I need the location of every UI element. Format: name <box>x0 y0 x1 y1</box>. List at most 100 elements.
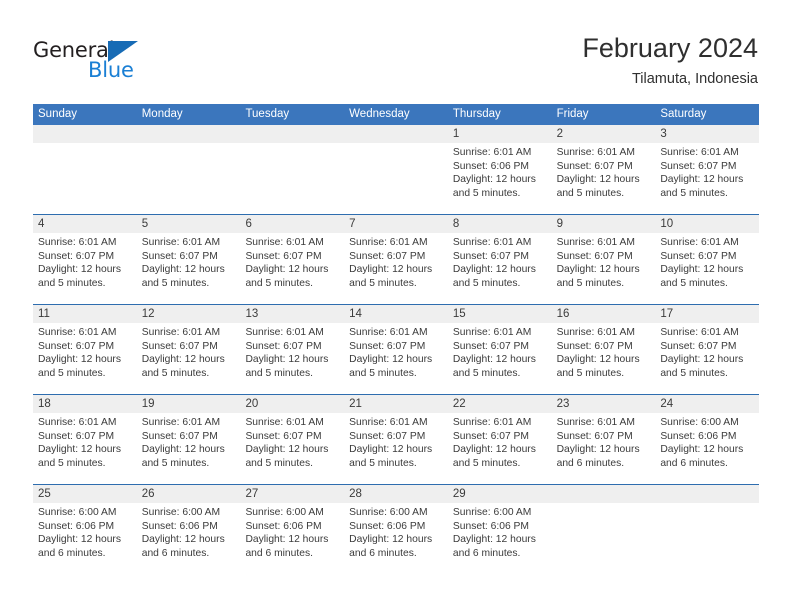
daylight-text: Daylight: 12 hours <box>38 444 121 455</box>
day-cell[interactable]: Sunrise: 6:01 AM Sunset: 6:07 PM Daylight:… <box>240 413 344 484</box>
daylight-text: Daylight: 12 hours <box>349 354 433 365</box>
daylight-text-cont: and 6 minutes. <box>245 547 313 559</box>
daylight-text-cont: and 6 minutes. <box>452 547 521 559</box>
day-cell[interactable]: Sunrise: 6:01 AM Sunset: 6:07 PM Daylight:… <box>344 413 448 484</box>
daylight-text: Daylight: 12 hours <box>452 444 536 455</box>
day-cell[interactable]: Sunrise: 6:01 AM Sunset: 6:07 PM Daylight:… <box>344 323 448 394</box>
general-blue-logo[interactable]: General Blue <box>33 38 173 84</box>
day-cell[interactable]: Sunrise: 6:00 AM Sunset: 6:06 PM Daylight:… <box>448 503 552 574</box>
day-number-empty <box>33 125 137 143</box>
day-cell[interactable]: Sunrise: 6:01 AM Sunset: 6:07 PM Daylight:… <box>33 323 137 394</box>
day-number[interactable]: 29 <box>448 485 552 503</box>
day-number[interactable]: 9 <box>552 215 656 233</box>
day-number[interactable]: 24 <box>655 395 759 413</box>
day-cell[interactable]: Sunrise: 6:01 AM Sunset: 6:07 PM Daylight:… <box>448 413 552 484</box>
sunrise-text: Sunrise: 6:01 AM <box>660 147 739 158</box>
calendar-page: General Blue February 2024 Tilamuta, Ind… <box>0 0 792 612</box>
daylight-text: Daylight: 12 hours <box>452 264 536 275</box>
day-cell[interactable]: Sunrise: 6:01 AM Sunset: 6:07 PM Daylight:… <box>552 323 656 394</box>
day-cell[interactable]: Sunrise: 6:01 AM Sunset: 6:07 PM Daylight:… <box>137 323 241 394</box>
sunset-text: Sunset: 6:06 PM <box>38 520 115 532</box>
day-cell[interactable]: Sunrise: 6:00 AM Sunset: 6:06 PM Daylight:… <box>33 503 137 574</box>
daylight-text-cont: and 5 minutes. <box>556 277 625 289</box>
day-cell[interactable]: Sunrise: 6:01 AM Sunset: 6:07 PM Daylight:… <box>240 233 344 304</box>
day-cell[interactable]: Sunrise: 6:01 AM Sunset: 6:07 PM Daylight:… <box>448 323 552 394</box>
day-cell[interactable]: Sunrise: 6:01 AM Sunset: 6:07 PM Daylight:… <box>552 413 656 484</box>
day-cell[interactable]: Sunrise: 6:01 AM Sunset: 6:07 PM Daylight:… <box>240 323 344 394</box>
day-number[interactable]: 23 <box>552 395 656 413</box>
calendar-week-row: 11 12 13 14 15 16 17 Sunrise: 6:01 AM Sunset: 6:… <box>33 304 759 394</box>
day-cell[interactable]: Sunrise: 6:00 AM Sunset: 6:06 PM Daylight:… <box>655 413 759 484</box>
daylight-text-cont: and 5 minutes. <box>245 367 313 379</box>
day-number[interactable]: 25 <box>33 485 137 503</box>
day-number[interactable]: 7 <box>344 215 448 233</box>
day-number[interactable]: 22 <box>448 395 552 413</box>
day-number[interactable]: 8 <box>448 215 552 233</box>
daylight-text-cont: and 5 minutes. <box>38 457 106 469</box>
day-cell[interactable]: Sunrise: 6:01 AM Sunset: 6:06 PM Daylight:… <box>448 143 552 214</box>
day-number[interactable]: 20 <box>240 395 344 413</box>
daylight-text: Daylight: 12 hours <box>556 264 640 275</box>
sunset-text: Sunset: 6:07 PM <box>245 340 322 352</box>
day-cell[interactable]: Sunrise: 6:01 AM Sunset: 6:07 PM Daylight:… <box>552 143 656 214</box>
day-number-empty <box>344 125 448 143</box>
day-number[interactable]: 1 <box>448 125 552 143</box>
day-number[interactable]: 12 <box>137 305 241 323</box>
calendar-week-row: 25 26 27 28 29 Sunrise: 6:00 AM Sunset: 6:06 P… <box>33 484 759 574</box>
day-number[interactable]: 10 <box>655 215 759 233</box>
sunrise-text: Sunrise: 6:01 AM <box>452 327 532 338</box>
sunset-text: Sunset: 6:07 PM <box>349 250 426 262</box>
day-number[interactable]: 27 <box>240 485 344 503</box>
day-detail-row: Sunrise: 6:01 AM Sunset: 6:07 PM Daylight:… <box>33 413 759 484</box>
day-number[interactable]: 2 <box>552 125 656 143</box>
daylight-text: Daylight: 12 hours <box>141 354 225 365</box>
day-cell[interactable]: Sunrise: 6:01 AM Sunset: 6:07 PM Daylight:… <box>655 233 759 304</box>
daylight-text: Daylight: 12 hours <box>452 534 536 545</box>
day-cell[interactable]: Sunrise: 6:01 AM Sunset: 6:07 PM Daylight:… <box>655 143 759 214</box>
calendar-week-row: 1 2 3 Sunrise: 6:01 AM Sunset: 6:06 PM Daylig… <box>33 125 759 214</box>
day-cell[interactable]: Sunrise: 6:01 AM Sunset: 6:07 PM Daylight:… <box>448 233 552 304</box>
day-cell[interactable]: Sunrise: 6:01 AM Sunset: 6:07 PM Daylight:… <box>655 323 759 394</box>
day-number[interactable]: 26 <box>137 485 241 503</box>
day-number[interactable]: 11 <box>33 305 137 323</box>
day-cell[interactable]: Sunrise: 6:01 AM Sunset: 6:07 PM Daylight:… <box>552 233 656 304</box>
day-cell[interactable]: Sunrise: 6:01 AM Sunset: 6:07 PM Daylight:… <box>33 233 137 304</box>
sunrise-text: Sunrise: 6:01 AM <box>556 417 636 428</box>
sunset-text: Sunset: 6:07 PM <box>452 430 530 442</box>
day-number[interactable]: 13 <box>240 305 344 323</box>
day-number[interactable]: 6 <box>240 215 344 233</box>
daylight-text: Daylight: 12 hours <box>660 444 744 455</box>
day-number[interactable]: 4 <box>33 215 137 233</box>
day-cell[interactable]: Sunrise: 6:00 AM Sunset: 6:06 PM Daylight:… <box>240 503 344 574</box>
day-number[interactable]: 3 <box>655 125 759 143</box>
daylight-text: Daylight: 12 hours <box>245 534 329 545</box>
day-number[interactable]: 28 <box>344 485 448 503</box>
day-number[interactable]: 15 <box>448 305 552 323</box>
day-cell[interactable]: Sunrise: 6:01 AM Sunset: 6:07 PM Daylight:… <box>137 413 241 484</box>
day-cell[interactable]: Sunrise: 6:01 AM Sunset: 6:07 PM Daylight:… <box>344 233 448 304</box>
day-cell-empty <box>33 143 137 214</box>
daylight-text: Daylight: 12 hours <box>141 444 225 455</box>
day-number[interactable]: 14 <box>344 305 448 323</box>
day-number[interactable]: 18 <box>33 395 137 413</box>
weekday-header-wednesday: Wednesday <box>349 108 410 120</box>
daylight-text-cont: and 5 minutes. <box>349 277 417 289</box>
daylight-text-cont: and 5 minutes. <box>660 367 728 379</box>
day-number[interactable]: 21 <box>344 395 448 413</box>
daylight-text: Daylight: 12 hours <box>38 534 121 545</box>
day-number[interactable]: 16 <box>552 305 656 323</box>
day-cell[interactable]: Sunrise: 6:00 AM Sunset: 6:06 PM Daylight:… <box>137 503 241 574</box>
day-number[interactable]: 17 <box>655 305 759 323</box>
daylight-text: Daylight: 12 hours <box>245 444 329 455</box>
weekday-header-row: Sunday Monday Tuesday Wednesday Thursday… <box>33 104 759 125</box>
day-detail-row: Sunrise: 6:01 AM Sunset: 6:07 PM Daylight:… <box>33 323 759 394</box>
day-cell[interactable]: Sunrise: 6:00 AM Sunset: 6:06 PM Daylight:… <box>344 503 448 574</box>
sunrise-text: Sunrise: 6:01 AM <box>349 417 428 428</box>
sunrise-text: Sunrise: 6:01 AM <box>660 327 739 338</box>
day-cell[interactable]: Sunrise: 6:01 AM Sunset: 6:07 PM Daylight:… <box>137 233 241 304</box>
daylight-text-cont: and 5 minutes. <box>660 277 728 289</box>
day-number[interactable]: 5 <box>137 215 241 233</box>
day-cell[interactable]: Sunrise: 6:01 AM Sunset: 6:07 PM Daylight:… <box>33 413 137 484</box>
day-number[interactable]: 19 <box>137 395 241 413</box>
weekday-header-tuesday: Tuesday <box>245 108 290 120</box>
